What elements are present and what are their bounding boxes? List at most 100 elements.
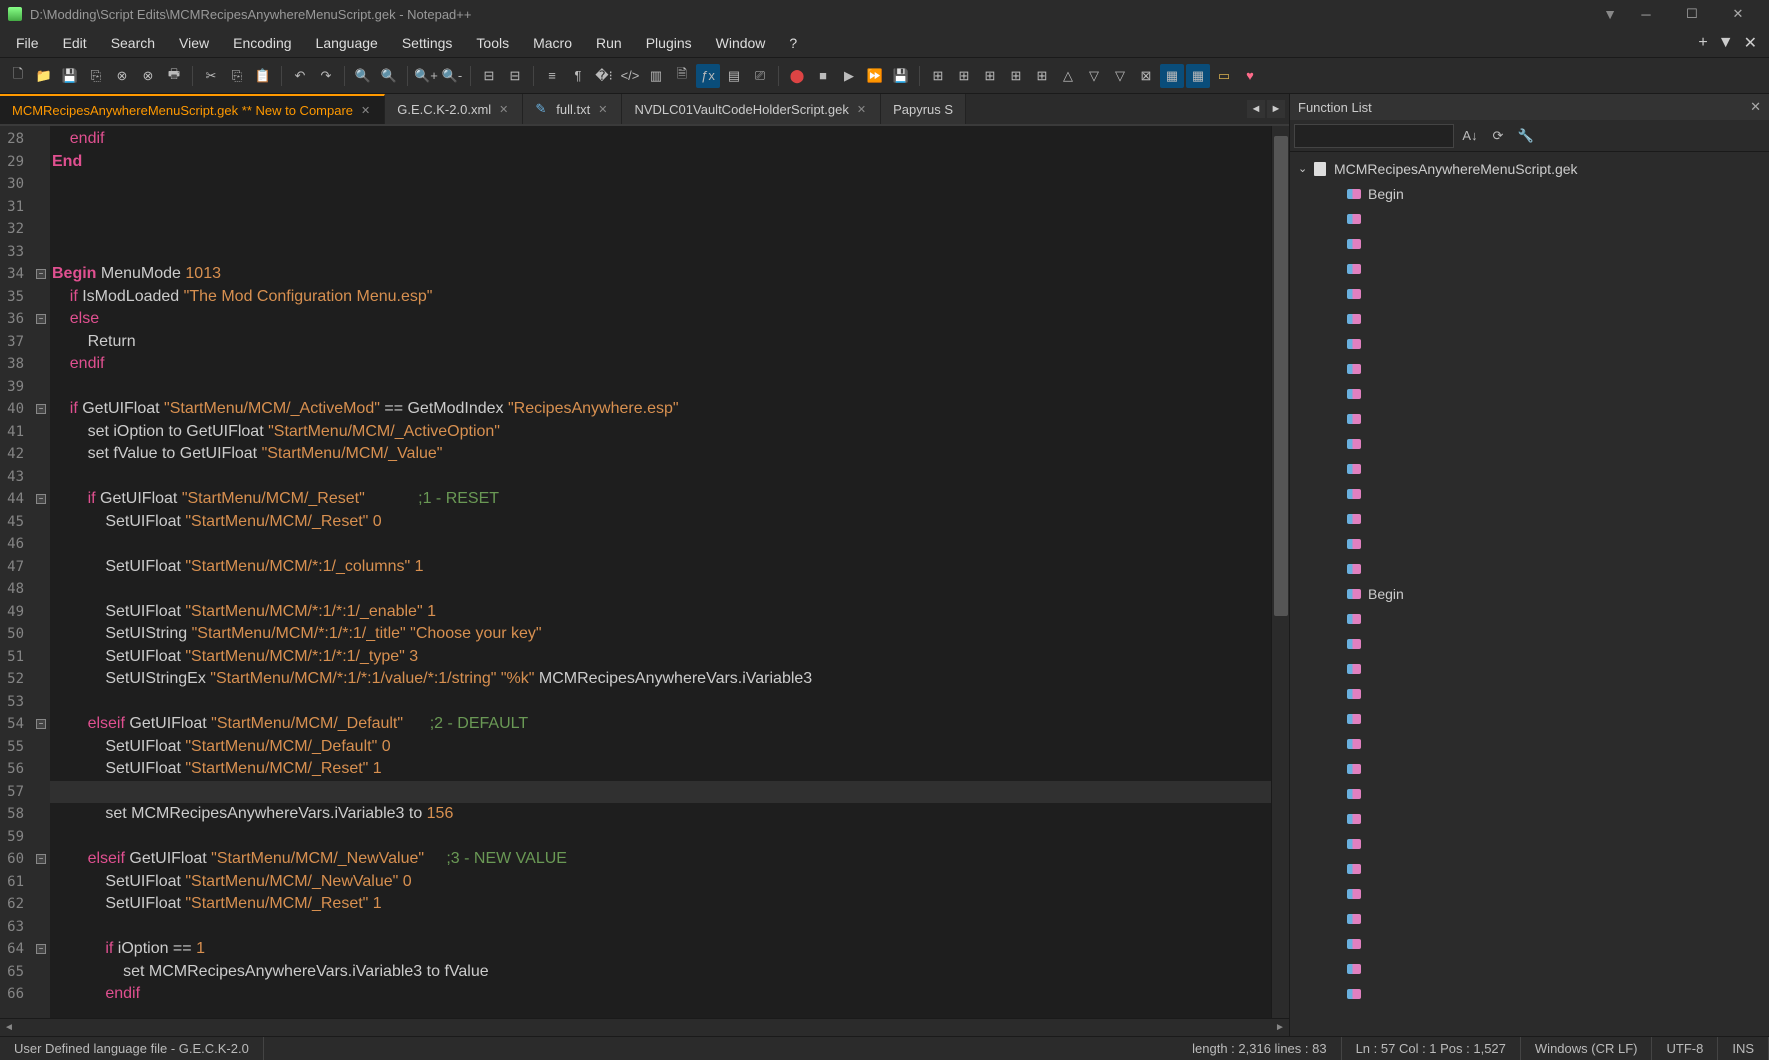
file-tab[interactable]: Papyrus S bbox=[881, 94, 966, 124]
code-line[interactable]: SetUIFloat "StartMenu/MCM/*:1/*:1/_enabl… bbox=[50, 601, 1271, 624]
code-line[interactable]: Return bbox=[50, 331, 1271, 354]
function-tree-item[interactable] bbox=[1290, 931, 1769, 956]
code-line[interactable] bbox=[50, 533, 1271, 556]
function-tree-item[interactable] bbox=[1290, 831, 1769, 856]
function-tree-item[interactable] bbox=[1290, 981, 1769, 1006]
fold-marker[interactable]: − bbox=[32, 398, 50, 421]
clear-icon[interactable]: ⊠ bbox=[1134, 64, 1158, 88]
compare-5-icon[interactable]: ⊞ bbox=[1030, 64, 1054, 88]
paste-icon[interactable]: 📋 bbox=[251, 64, 275, 88]
code-line[interactable]: SetUIFloat "StartMenu/MCM/_Reset" 1 bbox=[50, 893, 1271, 916]
code-line[interactable]: if iOption == 1 bbox=[50, 938, 1271, 961]
close-button[interactable]: ✕ bbox=[1715, 0, 1761, 28]
menu-settings[interactable]: Settings bbox=[390, 31, 465, 55]
close-all-icon[interactable]: ⊗ bbox=[136, 64, 160, 88]
fast-forward-icon[interactable]: ⏩ bbox=[863, 64, 887, 88]
function-tree-item[interactable] bbox=[1290, 606, 1769, 631]
maximize-button[interactable]: ☐ bbox=[1669, 0, 1715, 28]
save-icon[interactable]: 💾 bbox=[58, 64, 82, 88]
vertical-scrollbar[interactable] bbox=[1271, 126, 1289, 1018]
record-icon[interactable]: ⬤ bbox=[785, 64, 809, 88]
code-line[interactable]: SetUIFloat "StartMenu/MCM/_Reset" 1 bbox=[50, 758, 1271, 781]
fold-marker[interactable]: − bbox=[32, 713, 50, 736]
menu-language[interactable]: Language bbox=[304, 31, 390, 55]
code-line[interactable]: endif bbox=[50, 983, 1271, 1006]
folder-panel-icon[interactable]: ▤ bbox=[722, 64, 746, 88]
wordwrap-icon[interactable]: ≡ bbox=[540, 64, 564, 88]
fold-marker[interactable]: − bbox=[32, 263, 50, 286]
pilcrow-icon[interactable]: ¶ bbox=[566, 64, 590, 88]
function-tree-item[interactable] bbox=[1290, 281, 1769, 306]
tree-toggle-icon[interactable]: ⌄ bbox=[1298, 162, 1312, 175]
reload-icon[interactable]: ⟳ bbox=[1486, 124, 1510, 148]
compare-3-icon[interactable]: ⊞ bbox=[978, 64, 1002, 88]
function-tree-item[interactable] bbox=[1290, 706, 1769, 731]
function-tree-item[interactable] bbox=[1290, 731, 1769, 756]
sync-v-icon[interactable]: ⊟ bbox=[477, 64, 501, 88]
redo-icon[interactable]: ↷ bbox=[314, 64, 338, 88]
function-tree-item[interactable] bbox=[1290, 856, 1769, 881]
editor[interactable]: 2829303132333435363738394041424344454647… bbox=[0, 126, 1289, 1018]
function-tree-item[interactable] bbox=[1290, 481, 1769, 506]
fold-marker[interactable]: − bbox=[32, 938, 50, 961]
menu-run[interactable]: Run bbox=[584, 31, 634, 55]
menu-search[interactable]: Search bbox=[99, 31, 167, 55]
code-line[interactable]: endif bbox=[50, 128, 1271, 151]
menu-?[interactable]: ? bbox=[777, 31, 809, 55]
code-line[interactable]: Begin MenuMode 1013 bbox=[50, 263, 1271, 286]
function-list-close-button[interactable]: ✕ bbox=[1750, 99, 1761, 115]
code-line[interactable]: SetUIString "StartMenu/MCM/*:1/*:1/_titl… bbox=[50, 623, 1271, 646]
code-line[interactable]: set MCMRecipesAnywhereVars.iVariable3 to… bbox=[50, 961, 1271, 984]
funclist-icon[interactable]: ƒx bbox=[696, 64, 720, 88]
note-icon[interactable]: ▭ bbox=[1212, 64, 1236, 88]
sort-icon[interactable]: A↓ bbox=[1458, 124, 1482, 148]
indent-guide-icon[interactable]: �⁝ bbox=[592, 64, 616, 88]
code-line[interactable]: set fValue to GetUIFloat "StartMenu/MCM/… bbox=[50, 443, 1271, 466]
function-tree-item[interactable] bbox=[1290, 756, 1769, 781]
code-line[interactable] bbox=[50, 173, 1271, 196]
function-tree-item[interactable] bbox=[1290, 206, 1769, 231]
cut-icon[interactable]: ✂ bbox=[199, 64, 223, 88]
menu-dropdown-icon[interactable]: ▼ bbox=[1718, 34, 1734, 52]
code-line[interactable]: SetUIFloat "StartMenu/MCM/*:1/_columns" … bbox=[50, 556, 1271, 579]
tab-close-button[interactable]: ✕ bbox=[497, 101, 510, 118]
menu-window[interactable]: Window bbox=[704, 31, 778, 55]
nav-end-icon[interactable]: ▽ bbox=[1108, 64, 1132, 88]
doclist-icon[interactable]: 🗎 bbox=[670, 64, 694, 88]
find-icon[interactable]: 🔍 bbox=[351, 64, 375, 88]
fold-marker[interactable]: − bbox=[32, 488, 50, 511]
sync-h-icon[interactable]: ⊟ bbox=[503, 64, 527, 88]
function-tree-item[interactable] bbox=[1290, 331, 1769, 356]
code-line[interactable] bbox=[50, 466, 1271, 489]
code-line[interactable] bbox=[50, 241, 1271, 264]
function-tree-item[interactable] bbox=[1290, 381, 1769, 406]
code-line[interactable] bbox=[50, 691, 1271, 714]
code-line[interactable]: if GetUIFloat "StartMenu/MCM/_Reset" ;1 … bbox=[50, 488, 1271, 511]
function-tree-item[interactable] bbox=[1290, 806, 1769, 831]
function-tree-item[interactable] bbox=[1290, 231, 1769, 256]
minimize-button[interactable]: ─ bbox=[1623, 0, 1669, 28]
zoom-in-icon[interactable]: 🔍+ bbox=[414, 64, 438, 88]
docmap-icon[interactable]: ▥ bbox=[644, 64, 668, 88]
code-line[interactable] bbox=[50, 916, 1271, 939]
tab-close-button[interactable]: ✕ bbox=[596, 101, 609, 118]
file-tab[interactable]: NVDLC01VaultCodeHolderScript.gek✕ bbox=[622, 94, 881, 124]
settings-icon[interactable]: 🔧 bbox=[1514, 124, 1538, 148]
code-line[interactable]: SetUIFloat "StartMenu/MCM/_NewValue" 0 bbox=[50, 871, 1271, 894]
code-line[interactable]: else bbox=[50, 308, 1271, 331]
play-icon[interactable]: ▶ bbox=[837, 64, 861, 88]
tab-next-button[interactable]: ► bbox=[1267, 100, 1285, 118]
monitor-icon[interactable]: ⎚ bbox=[748, 64, 772, 88]
scroll-left-button[interactable]: ◄ bbox=[0, 1019, 18, 1037]
function-tree-item[interactable] bbox=[1290, 631, 1769, 656]
scroll-right-button[interactable]: ► bbox=[1271, 1019, 1289, 1037]
code-line[interactable]: elseif GetUIFloat "StartMenu/MCM/_Defaul… bbox=[50, 713, 1271, 736]
copy-icon[interactable]: ⎘ bbox=[225, 64, 249, 88]
function-tree-item[interactable] bbox=[1290, 906, 1769, 931]
menu-edit[interactable]: Edit bbox=[51, 31, 99, 55]
down-arrow-icon[interactable]: ▼ bbox=[1603, 6, 1617, 22]
compare-1-icon[interactable]: ⊞ bbox=[926, 64, 950, 88]
function-tree-item[interactable] bbox=[1290, 556, 1769, 581]
code-line[interactable] bbox=[50, 376, 1271, 399]
close-file-icon[interactable]: ⊗ bbox=[110, 64, 134, 88]
